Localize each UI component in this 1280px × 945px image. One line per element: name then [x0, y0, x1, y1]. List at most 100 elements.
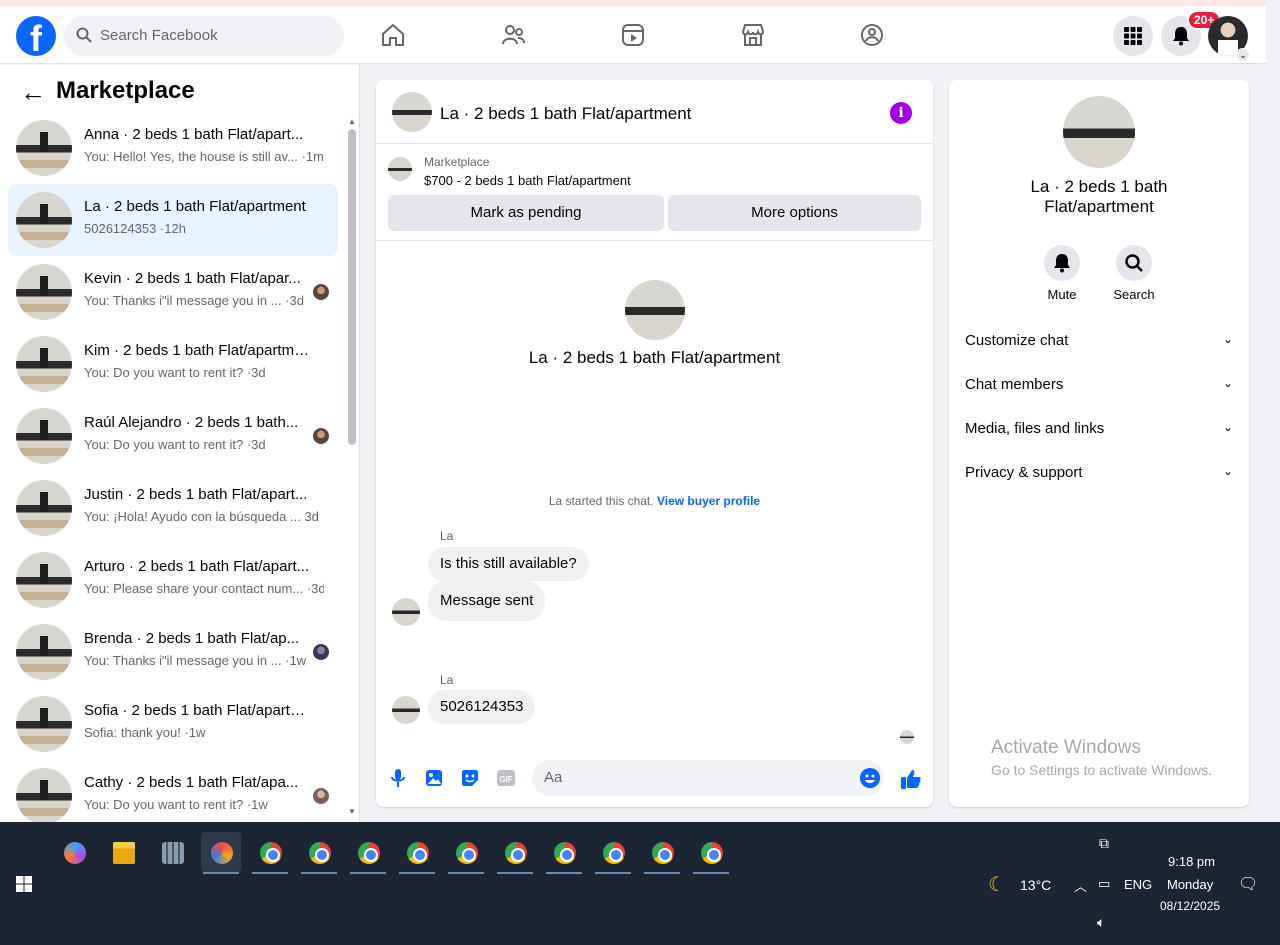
clock-date[interactable]: 08/12/2025: [1160, 899, 1220, 913]
customize-chat-section[interactable]: Customize chat ⌄: [965, 322, 1233, 362]
volume-icon[interactable]: 🔈︎: [1097, 914, 1105, 931]
meet-now-icon[interactable]: ⧉: [1099, 835, 1109, 852]
conversation-preview: You: Hello! Yes, the house is still av..…: [84, 149, 324, 164]
windows-start-icon[interactable]: [16, 876, 32, 892]
chevron-down-icon: ⌄: [1222, 420, 1233, 434]
chat-members-section[interactable]: Chat members ⌄: [965, 366, 1233, 406]
conversation-item[interactable]: Arturo · 2 beds 1 bath Flat/apart... You…: [8, 544, 338, 616]
language-indicator[interactable]: ENG: [1124, 877, 1152, 892]
chrome-icon[interactable]: [299, 832, 339, 874]
info-icon[interactable]: i: [890, 102, 912, 124]
microphone-icon[interactable]: [388, 768, 408, 788]
message-input[interactable]: Aa: [532, 760, 884, 796]
scrollbar-thumb[interactable]: [348, 129, 356, 445]
mute-button[interactable]: Mute: [1032, 245, 1092, 302]
listing-price[interactable]: $700 - 2 beds 1 bath Flat/apartment: [424, 173, 631, 188]
marketplace-listing-bar: Marketplace $700 - 2 beds 1 bath Flat/ap…: [376, 145, 933, 241]
chevron-down-icon[interactable]: ⌄: [1236, 48, 1250, 62]
media-files-links-section[interactable]: Media, files and links ⌄: [965, 410, 1233, 450]
menu-grid-button[interactable]: [1113, 16, 1153, 56]
message-sender: La: [440, 529, 454, 543]
chrome-icon[interactable]: [495, 832, 535, 874]
network-icon[interactable]: ▭: [1098, 876, 1110, 892]
scroll-down-icon[interactable]: ▼: [348, 807, 356, 816]
chrome-icon[interactable]: [691, 832, 731, 874]
image-icon[interactable]: [424, 768, 444, 788]
notification-center-icon[interactable]: 🗨︎: [1238, 874, 1258, 894]
snipping-tool-icon[interactable]: [201, 832, 241, 874]
video-icon[interactable]: [620, 22, 646, 48]
conversation-preview: You: Do you want to rent it? ·1w: [84, 797, 268, 812]
conversation-item[interactable]: Cathy · 2 beds 1 bath Flat/apa... You: D…: [8, 760, 338, 822]
search-input[interactable]: Search Facebook: [64, 16, 344, 56]
activate-windows-title: Activate Windows: [991, 737, 1141, 758]
sticker-icon[interactable]: [460, 768, 480, 788]
conversation-name: Justin · 2 beds 1 bath Flat/apart...: [84, 486, 308, 503]
chevron-up-icon[interactable]: ︿: [1074, 876, 1087, 895]
conversation-name: Kevin · 2 beds 1 bath Flat/apar...: [84, 270, 301, 287]
facebook-logo[interactable]: f: [16, 16, 56, 59]
chrome-icon[interactable]: [593, 832, 633, 874]
scroll-up-icon[interactable]: ▲: [348, 117, 356, 126]
chrome-icon[interactable]: [250, 832, 290, 874]
intro-thumbnail: [624, 280, 685, 340]
conversation-preview: Sofia: thank you! ·1w: [84, 725, 206, 740]
listing-thumbnail: [16, 120, 72, 176]
groups-icon[interactable]: [859, 22, 885, 48]
calculator-icon[interactable]: [152, 832, 192, 872]
chat-listing-thumbnail[interactable]: [392, 92, 432, 132]
clock-time[interactable]: 9:18 pm: [1168, 854, 1215, 869]
message-bubble[interactable]: 5026124353: [428, 690, 536, 724]
conversation-preview: You: Do you want to rent it? ·3d: [84, 437, 266, 452]
more-options-button[interactable]: More options: [668, 195, 921, 231]
conversation-item[interactable]: Anna · 2 beds 1 bath Flat/apart... You: …: [8, 112, 338, 184]
page-scrollbar[interactable]: [1266, 0, 1280, 822]
listing-mini-thumbnail[interactable]: [388, 157, 412, 181]
conversation-item[interactable]: Justin · 2 beds 1 bath Flat/apart... You…: [8, 472, 338, 544]
conversation-item[interactable]: Kevin · 2 beds 1 bath Flat/apar... You: …: [8, 256, 338, 328]
message-bubble[interactable]: Message sent: [428, 581, 546, 621]
conversation-item[interactable]: Brenda · 2 beds 1 bath Flat/ap... You: T…: [8, 616, 338, 688]
chrome-icon[interactable]: [446, 832, 486, 874]
gif-icon[interactable]: GIF: [496, 768, 516, 788]
marketplace-icon[interactable]: [740, 22, 766, 48]
conversation-item[interactable]: La · 2 beds 1 bath Flat/apartment 502612…: [8, 184, 338, 256]
info-title: La · 2 beds 1 bath Flat/apartment: [1030, 177, 1168, 216]
info-thumbnail[interactable]: [1063, 96, 1135, 168]
facebook-topbar: f Search Facebook 20+ ⌄: [0, 6, 1266, 64]
message-bubble[interactable]: Is this still available?: [428, 547, 589, 581]
home-icon[interactable]: [380, 22, 406, 48]
mute-label: Mute: [1047, 287, 1077, 302]
search-icon: [1125, 254, 1143, 272]
message-composer: GIF Aa: [376, 756, 933, 806]
like-icon[interactable]: [900, 768, 922, 790]
clock-day[interactable]: Monday: [1167, 877, 1213, 892]
copilot-app-icon[interactable]: [54, 832, 94, 872]
view-buyer-profile-link[interactable]: View buyer profile: [657, 494, 760, 508]
chrome-icon[interactable]: [348, 832, 388, 874]
emoji-icon[interactable]: [860, 768, 880, 788]
conversation-name: Anna · 2 beds 1 bath Flat/apart...: [84, 126, 304, 143]
chrome-icon[interactable]: [544, 832, 584, 874]
conversation-name: La · 2 beds 1 bath Flat/apartment: [84, 198, 306, 215]
sender-avatar[interactable]: [392, 598, 420, 626]
mark-as-pending-button[interactable]: Mark as pending: [388, 195, 664, 231]
privacy-support-section[interactable]: Privacy & support ⌄: [965, 454, 1233, 494]
chevron-down-icon: ⌄: [1222, 464, 1233, 478]
conversation-preview: 5026124353 ·12h: [84, 221, 186, 236]
sidebar-scrollbar[interactable]: ▲ ▼: [346, 117, 358, 817]
conversation-item[interactable]: Raúl Alejandro · 2 beds 1 bath... You: D…: [8, 400, 338, 472]
back-arrow-icon[interactable]: ←: [20, 79, 46, 105]
weather-temperature[interactable]: 13°C: [1020, 877, 1051, 893]
file-explorer-icon[interactable]: [103, 832, 143, 872]
chat-title[interactable]: La · 2 beds 1 bath Flat/apartment: [440, 104, 691, 124]
weather-moon-icon[interactable]: ☾: [988, 872, 1006, 897]
chrome-icon[interactable]: [642, 832, 682, 874]
conversation-item[interactable]: Sofia · 2 beds 1 bath Flat/apartm... Sof…: [8, 688, 338, 760]
sender-avatar[interactable]: [392, 696, 420, 724]
conversation-item[interactable]: Kim · 2 beds 1 bath Flat/apartme... You:…: [8, 328, 338, 400]
chrome-icon[interactable]: [397, 832, 437, 874]
friends-icon[interactable]: [500, 22, 526, 48]
listing-thumbnail: [16, 768, 72, 822]
search-chat-button[interactable]: Search: [1104, 245, 1164, 302]
